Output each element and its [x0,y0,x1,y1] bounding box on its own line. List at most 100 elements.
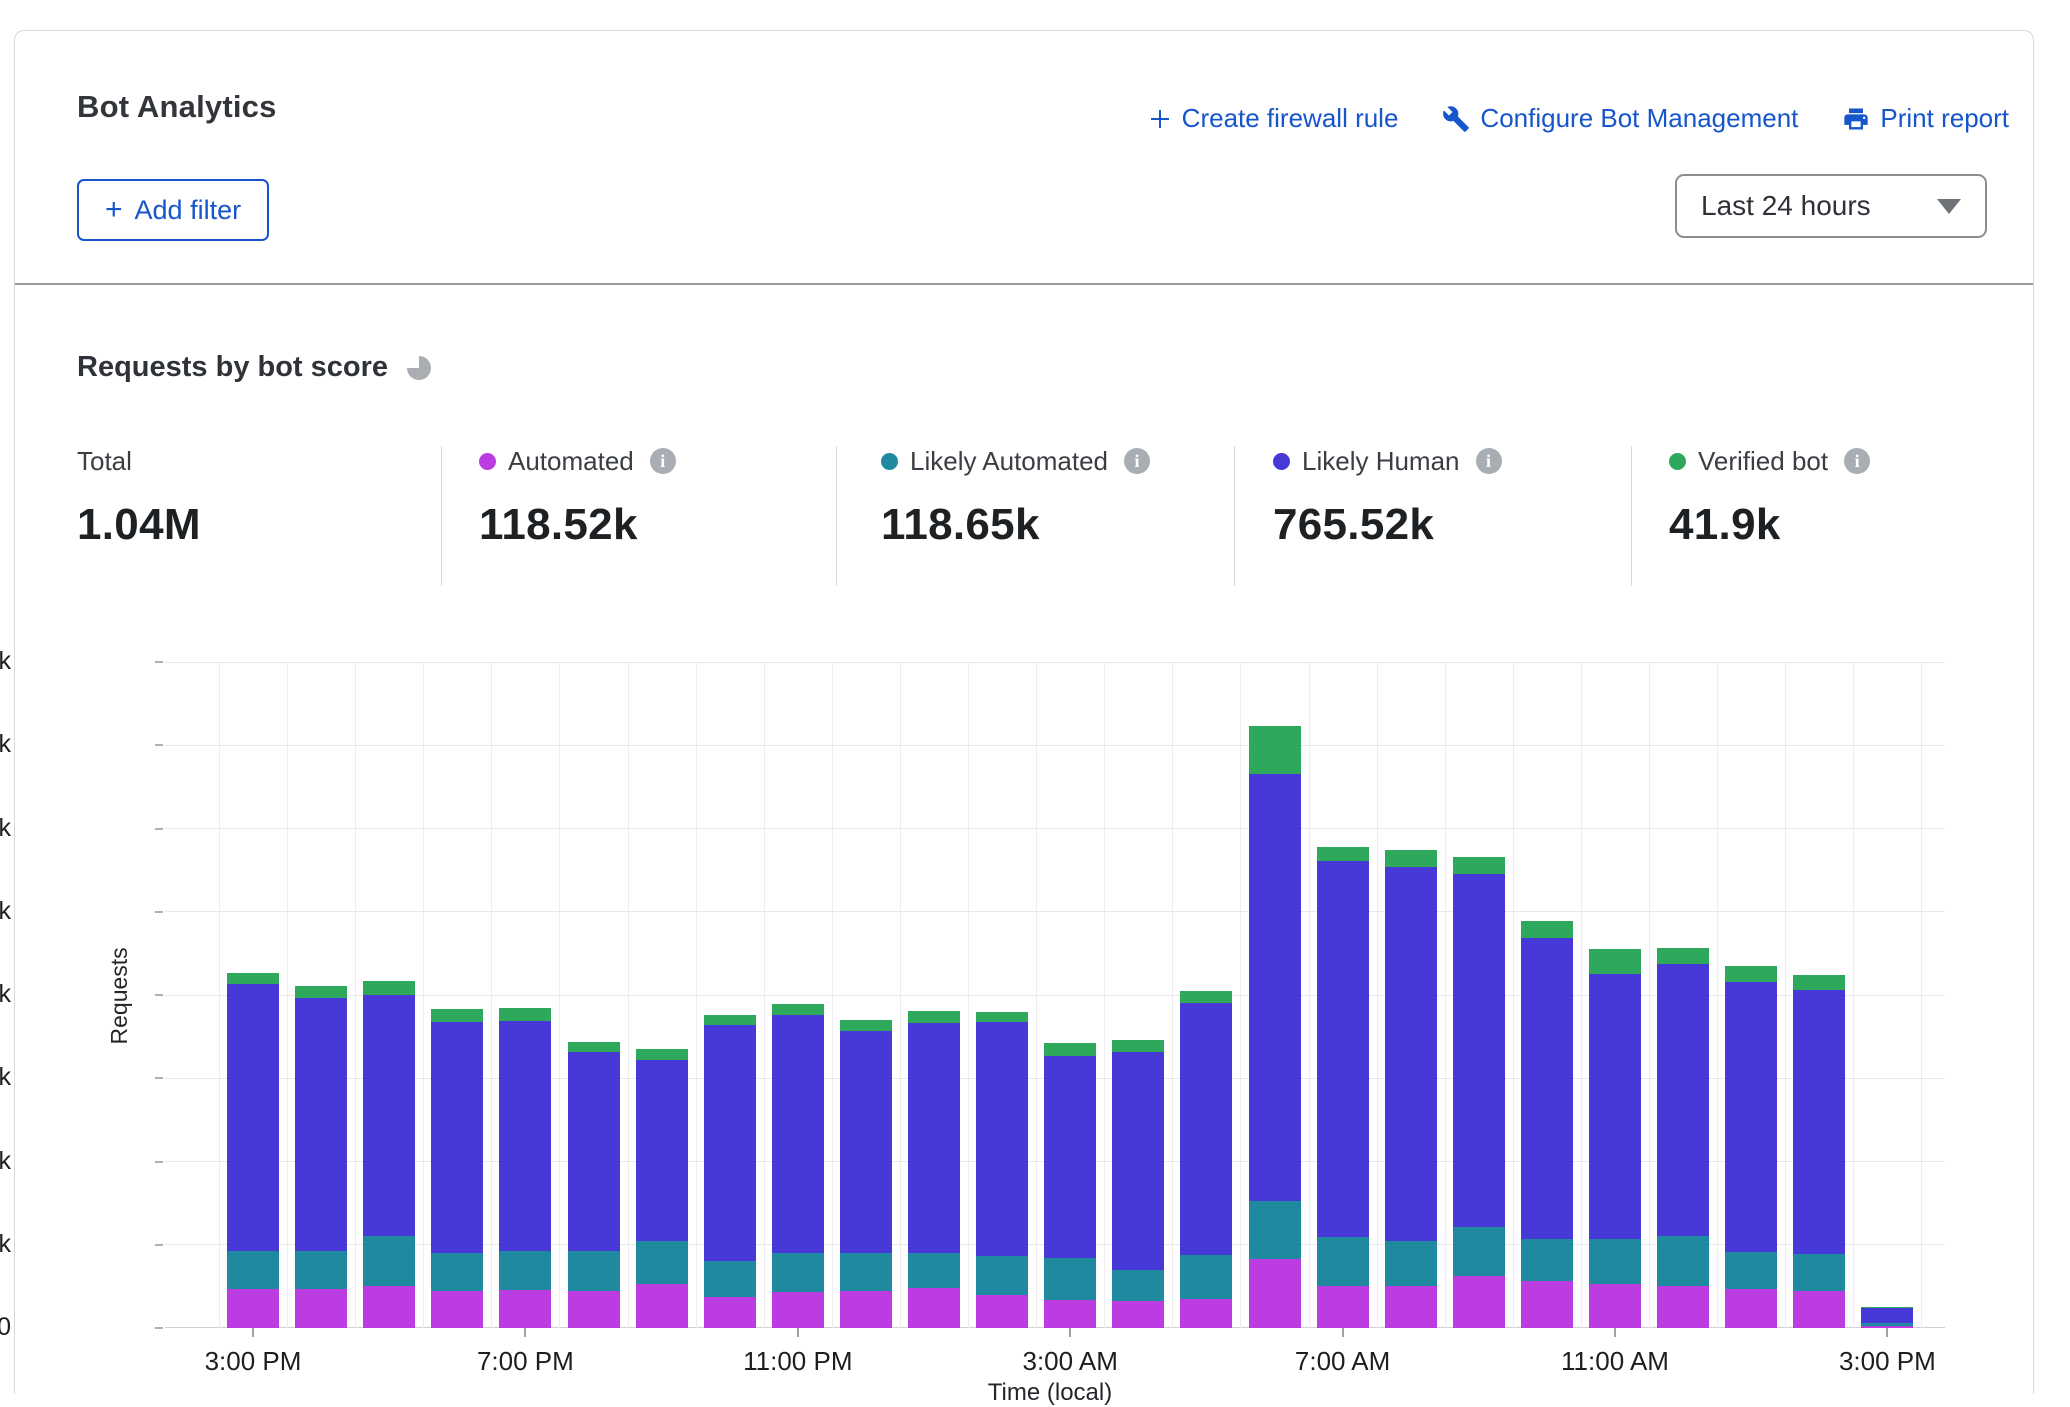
y-tick-mark [155,1161,163,1163]
segment-likely-automated [363,1236,415,1286]
segment-likely-automated [1317,1237,1369,1286]
segment-verified-bot [636,1049,688,1060]
segment-likely-automated [1385,1241,1437,1286]
bar-6-00-am[interactable] [1249,726,1301,1328]
segment-likely-human [1112,1052,1164,1270]
info-icon[interactable]: i [1124,448,1150,474]
bar-12-00-pm[interactable] [1657,948,1709,1328]
stat-total-label: Total [77,446,132,477]
bar-2-00-pm[interactable] [1793,975,1845,1328]
segment-likely-human [1793,990,1845,1254]
y-tick-label: 0 [0,1313,11,1342]
bar-3-00-pm[interactable] [227,973,279,1328]
info-icon[interactable]: i [1844,448,1870,474]
x-gridline [287,662,288,1328]
x-tick-label: 3:00 PM [205,1346,302,1377]
stat-divider [1631,446,1632,586]
bar-5-00-pm[interactable] [363,981,415,1328]
x-tick-label: 3:00 PM [1839,1346,1936,1377]
bar-9-00-am[interactable] [1453,857,1505,1328]
y-tick-mark [155,1327,163,1329]
x-gridline [832,662,833,1328]
stat-divider [1234,446,1235,586]
bar-2-00-am[interactable] [976,1012,1028,1328]
segment-verified-bot [840,1020,892,1031]
segment-likely-human [227,984,279,1251]
x-gridline [219,662,220,1328]
segment-automated [636,1284,688,1328]
x-gridline [1036,662,1037,1328]
info-icon[interactable]: i [650,448,676,474]
stacked-bar-chart: 010k20k30k40k50k60k70k80k3:00 PM7:00 PM1… [165,662,1945,1328]
bar-3-00-am[interactable] [1044,1043,1096,1328]
bar-4-00-pm[interactable] [295,986,347,1328]
segment-likely-automated [772,1253,824,1292]
y-tick-label: 50k [0,897,11,926]
bar-7-00-am[interactable] [1317,847,1369,1328]
stat-likely-automated: Likely Automated i 118.65k [881,444,1150,550]
header-actions: Create firewall rule Configure Bot Manag… [1148,103,2009,134]
segment-likely-human [772,1015,824,1253]
x-gridline [1921,662,1922,1328]
segment-likely-automated [1725,1252,1777,1289]
stat-likely-human-value: 765.52k [1273,500,1502,550]
segment-verified-bot [227,973,279,985]
page-title: Bot Analytics [77,89,277,125]
likely-human-legend-dot [1273,453,1290,470]
x-tick-mark [797,1328,799,1337]
segment-automated [1180,1299,1232,1328]
y-tick-label: 40k [0,980,11,1009]
bar-12-00-am[interactable] [840,1020,892,1328]
segment-verified-bot [1385,850,1437,867]
bar-10-00-am[interactable] [1521,921,1573,1328]
x-gridline [968,662,969,1328]
bar-1-00-am[interactable] [908,1011,960,1328]
x-tick-label: 7:00 PM [477,1346,574,1377]
create-firewall-rule-link[interactable]: Create firewall rule [1148,103,1399,134]
bar-3-00-pm[interactable] [1861,1307,1913,1328]
x-axis-title: Time (local) [988,1379,1112,1407]
stat-likely-automated-value: 118.65k [881,500,1150,550]
segment-likely-automated [1180,1255,1232,1299]
bar-9-00-pm[interactable] [636,1049,688,1328]
segment-likely-automated [1589,1239,1641,1284]
info-icon[interactable]: i [1476,448,1502,474]
y-tick-mark [155,744,163,746]
segment-likely-automated [1249,1201,1301,1259]
bar-5-00-am[interactable] [1180,991,1232,1328]
add-filter-button[interactable]: + Add filter [77,179,269,241]
x-gridline [696,662,697,1328]
bar-8-00-am[interactable] [1385,850,1437,1328]
bar-7-00-pm[interactable] [499,1008,551,1329]
bar-10-00-pm[interactable] [704,1015,756,1328]
segment-automated [1589,1284,1641,1328]
segment-likely-human [1249,774,1301,1200]
stat-divider [441,446,442,586]
bar-1-00-pm[interactable] [1725,966,1777,1328]
x-tick-mark [252,1328,254,1337]
segment-automated [840,1291,892,1328]
y-tick-label: 30k [0,1063,11,1092]
segment-verified-bot [1317,847,1369,861]
time-range-dropdown[interactable]: Last 24 hours [1675,174,1987,238]
segment-likely-automated [1112,1270,1164,1301]
y-tick-mark [155,661,163,663]
segment-automated [499,1290,551,1328]
plus-icon [1148,107,1172,131]
bar-11-00-am[interactable] [1589,949,1641,1328]
bar-4-00-am[interactable] [1112,1040,1164,1328]
segment-likely-automated [976,1256,1028,1294]
segment-verified-bot [704,1015,756,1025]
plus-icon: + [105,195,123,225]
bar-6-00-pm[interactable] [431,1009,483,1328]
bar-8-00-pm[interactable] [568,1042,620,1328]
x-gridline [1581,662,1582,1328]
segment-automated [1385,1286,1437,1328]
bar-11-00-pm[interactable] [772,1004,824,1328]
segment-likely-human [499,1021,551,1251]
configure-bot-management-link[interactable]: Configure Bot Management [1442,103,1798,134]
print-report-link[interactable]: Print report [1842,103,2009,134]
segment-automated [1044,1300,1096,1328]
x-gridline [1649,662,1650,1328]
header-divider [15,283,2033,285]
